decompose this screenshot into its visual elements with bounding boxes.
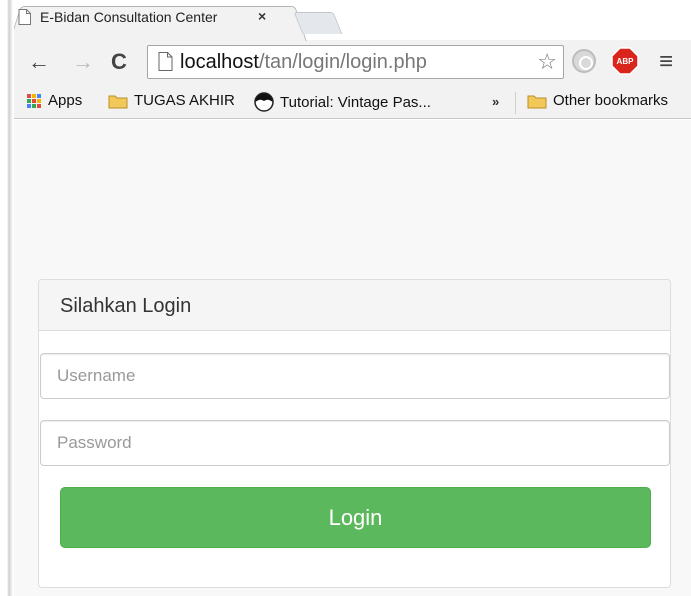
bookmarks-divider bbox=[515, 92, 516, 114]
bookmark-folder-other[interactable]: Other bookmarks bbox=[527, 92, 668, 109]
page-title: Silahkan Login bbox=[60, 295, 192, 317]
bookmark-folder-tugas-akhir[interactable]: TUGAS AKHIR bbox=[108, 92, 235, 109]
url-path: /tan/login/login.php bbox=[258, 51, 427, 73]
bookmark-tutorial-label: Tutorial: Vintage Pas... bbox=[280, 93, 431, 111]
tab-strip: E-Bidan Consultation Center × bbox=[0, 0, 691, 40]
folder-icon bbox=[108, 95, 128, 108]
menu-icon[interactable]: ≡ bbox=[659, 48, 673, 76]
address-bar[interactable]: localhost/tan/login/login.php ☆ bbox=[147, 45, 564, 79]
login-panel: Silahkan Login Login bbox=[38, 279, 671, 588]
bookmark-tugas-label: TUGAS AKHIR bbox=[134, 92, 235, 109]
login-button[interactable]: Login bbox=[60, 487, 651, 548]
login-panel-heading: Silahkan Login bbox=[39, 280, 670, 331]
password-input[interactable] bbox=[40, 420, 670, 466]
forward-arrow-icon[interactable]: → bbox=[72, 48, 94, 76]
bookmark-apps-label: Apps bbox=[48, 92, 83, 109]
toolbar: ← → C localhost/tan/login/login.php ☆ AB… bbox=[0, 40, 691, 86]
url-host: localhost bbox=[180, 51, 259, 73]
window-edge-shadow bbox=[0, 0, 14, 596]
adblock-icon[interactable]: ABP bbox=[611, 47, 639, 80]
bookmark-tutorial[interactable]: Tutorial: Vintage Pas... bbox=[254, 92, 431, 112]
bookmark-star-icon[interactable]: ☆ bbox=[537, 49, 557, 75]
apps-grid-icon bbox=[27, 93, 41, 108]
page-icon bbox=[18, 9, 31, 30]
browser-chrome: E-Bidan Consultation Center × ← → C loca… bbox=[0, 0, 691, 119]
back-arrow-icon[interactable]: ← bbox=[28, 48, 50, 76]
tab-title: E-Bidan Consultation Center bbox=[40, 9, 218, 25]
bookmarks-overflow-chevron-icon[interactable]: » bbox=[492, 94, 499, 109]
page-icon bbox=[158, 52, 173, 76]
extension-icon[interactable] bbox=[572, 49, 596, 73]
username-input[interactable] bbox=[40, 353, 670, 399]
adblock-label: ABP bbox=[617, 57, 635, 66]
folder-icon bbox=[527, 95, 547, 108]
new-tab-button[interactable] bbox=[293, 12, 343, 34]
tutorial-favicon-icon bbox=[254, 92, 274, 112]
url-text: localhost/tan/login/login.php bbox=[180, 51, 427, 74]
close-icon[interactable]: × bbox=[258, 8, 266, 24]
bookmarks-bar: Apps TUGAS AKHIR Tutorial: Vintage Pas..… bbox=[0, 86, 691, 119]
bookmark-apps[interactable]: Apps bbox=[26, 92, 82, 109]
page-content: Silahkan Login Login bbox=[14, 120, 691, 596]
reload-icon[interactable]: C bbox=[111, 48, 127, 76]
bookmark-other-label: Other bookmarks bbox=[553, 92, 669, 109]
